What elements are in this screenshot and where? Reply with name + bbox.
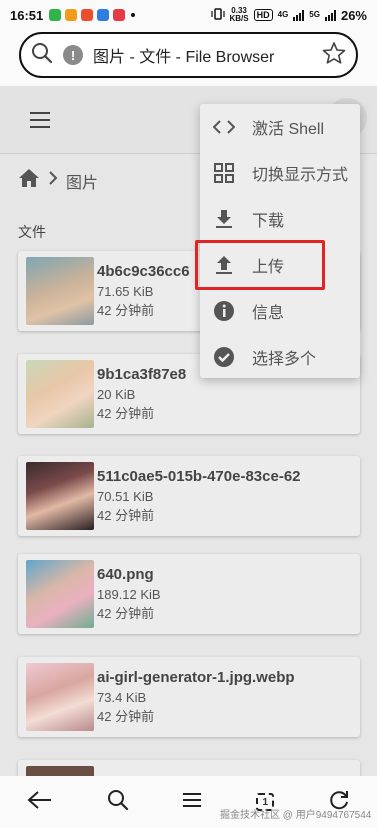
file-name: ai-girl-generator-1.jpg.webp xyxy=(97,669,295,686)
back-arrow-icon[interactable] xyxy=(27,790,53,815)
network-4g: 4G xyxy=(277,10,289,19)
messages-app-icon xyxy=(49,9,62,21)
grid-view-icon xyxy=(200,163,248,183)
signal-icon-2 xyxy=(324,9,336,21)
search-icon[interactable] xyxy=(31,42,53,69)
home-icon[interactable] xyxy=(18,168,40,193)
file-thumbnail xyxy=(26,360,94,428)
file-thumbnail xyxy=(26,663,94,731)
hd-badge: HD xyxy=(253,9,273,21)
browser-url-bar: ! 图片 - 文件 - File Browser xyxy=(0,30,377,86)
file-modified: 42 分钟前 xyxy=(97,606,155,621)
file-modified: 42 分钟前 xyxy=(97,508,155,523)
status-bar: 16:51 0.33 KB/S HD 4G 5G 26% xyxy=(0,0,377,30)
mail-app-icon xyxy=(97,9,110,21)
chevron-right-icon xyxy=(48,171,58,190)
address-field[interactable]: ! 图片 - 文件 - File Browser xyxy=(19,32,358,78)
file-modified: 42 分钟前 xyxy=(97,709,155,724)
menu-label: 切换显示方式 xyxy=(252,167,349,184)
file-size: 20 KiB xyxy=(97,387,136,402)
network-5g: 5G xyxy=(309,10,320,19)
more-notifications-icon xyxy=(131,13,136,17)
menu-label: 上传 xyxy=(252,259,285,276)
file-size: 71.65 KiB xyxy=(97,284,154,299)
search-icon[interactable] xyxy=(107,789,129,816)
menu-lines-icon[interactable] xyxy=(182,792,202,813)
menu-label: 下载 xyxy=(252,213,285,230)
files-section-title: 文件 xyxy=(18,224,46,240)
file-size: 73.4 KiB xyxy=(97,690,147,705)
status-time: 16:51 xyxy=(10,7,44,23)
menu-item-download[interactable]: 下载 xyxy=(200,196,360,242)
menu-item-info[interactable]: 信息 xyxy=(200,288,360,334)
menu-label: 激活 Shell xyxy=(252,121,325,138)
file-name: 9b1ca3f87e8 xyxy=(97,366,187,383)
hamburger-menu-icon[interactable] xyxy=(30,112,50,133)
menu-item-upload[interactable]: 上传 xyxy=(200,242,360,288)
menu-label: 选择多个 xyxy=(252,351,317,368)
battery-level: 26% xyxy=(340,7,367,23)
breadcrumb-current[interactable]: 图片 xyxy=(66,169,98,193)
net-speed: 0.33 KB/S xyxy=(229,6,249,23)
breadcrumb: 图片 xyxy=(18,168,98,193)
notes-app-icon xyxy=(65,9,78,21)
vibrate-icon xyxy=(210,7,225,23)
file-card[interactable]: 640.png 189.12 KiB 42 分钟前 xyxy=(18,554,360,634)
file-modified: 42 分钟前 xyxy=(97,303,155,318)
upload-icon xyxy=(200,255,248,275)
watermark: 掘金技术社区 @ 用户9494767544 xyxy=(220,810,372,821)
menu-item-shell[interactable]: 激活 Shell xyxy=(200,104,360,150)
actions-dropdown-menu: 激活 Shell 切换显示方式 下载 上传 信息 选择多个 xyxy=(200,104,360,378)
file-thumbnail xyxy=(26,257,94,325)
menu-label: 信息 xyxy=(252,305,285,322)
signal-icon-1 xyxy=(293,9,305,21)
file-name: 4b6c9c36cc6 xyxy=(97,263,190,280)
file-name: 640.png xyxy=(97,566,154,583)
file-card[interactable]: 511c0ae5-015b-470e-83ce-62 70.51 KiB 42 … xyxy=(18,456,360,536)
video-app-icon xyxy=(81,9,94,21)
bookmark-star-icon[interactable] xyxy=(322,41,346,70)
file-thumbnail xyxy=(26,462,94,530)
check-circle-icon xyxy=(200,346,248,368)
page-title: 图片 - 文件 - File Browser xyxy=(93,49,275,66)
download-icon xyxy=(200,209,248,229)
file-modified: 42 分钟前 xyxy=(97,406,155,421)
file-card[interactable]: ai-girl-generator-1.jpg.webp 73.4 KiB 42… xyxy=(18,657,360,737)
file-name: 511c0ae5-015b-470e-83ce-62 xyxy=(97,468,301,485)
security-shield-icon[interactable]: ! xyxy=(63,45,83,65)
menu-item-toggle-view[interactable]: 切换显示方式 xyxy=(200,150,360,196)
file-size: 70.51 KiB xyxy=(97,489,154,504)
menu-item-select-multiple[interactable]: 选择多个 xyxy=(200,334,360,380)
file-size: 189.12 KiB xyxy=(97,587,161,602)
file-thumbnail xyxy=(26,560,94,628)
code-icon xyxy=(200,119,248,135)
shopping-app-icon xyxy=(113,9,126,21)
info-icon xyxy=(200,300,248,322)
